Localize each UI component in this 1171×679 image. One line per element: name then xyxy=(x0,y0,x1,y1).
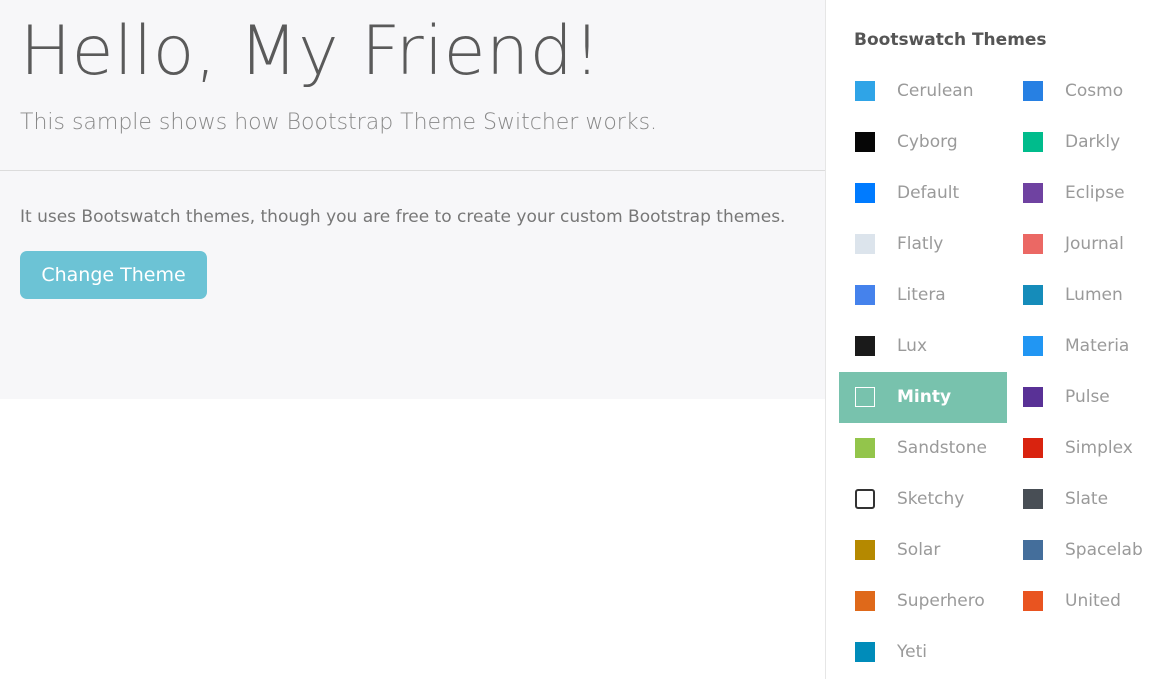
theme-label: Journal xyxy=(1065,234,1124,254)
color-swatch-icon xyxy=(1023,132,1043,152)
theme-label: Yeti xyxy=(897,642,927,662)
color-swatch-icon xyxy=(1023,591,1043,611)
theme-label: Sketchy xyxy=(897,489,965,509)
change-theme-button[interactable]: Change Theme xyxy=(20,251,207,299)
theme-item-materia[interactable]: Materia xyxy=(1007,321,1171,372)
theme-label: Materia xyxy=(1065,336,1130,356)
theme-item-flatly[interactable]: Flatly xyxy=(839,219,1007,270)
color-swatch-icon xyxy=(855,591,875,611)
color-swatch-icon xyxy=(1023,81,1043,101)
color-swatch-icon xyxy=(1023,285,1043,305)
theme-label: Simplex xyxy=(1065,438,1133,458)
theme-label: Solar xyxy=(897,540,941,560)
theme-label: Lumen xyxy=(1065,285,1123,305)
theme-item-pulse[interactable]: Pulse xyxy=(1007,372,1171,423)
theme-label: Pulse xyxy=(1065,387,1110,407)
theme-item-spacelab[interactable]: Spacelab xyxy=(1007,525,1171,576)
theme-label: Litera xyxy=(897,285,946,305)
color-swatch-icon xyxy=(855,81,875,101)
theme-label: Minty xyxy=(897,387,952,407)
theme-label: Default xyxy=(897,183,960,203)
page-title: Hello, My Friend! xyxy=(20,12,601,91)
lead-text: This sample shows how Bootstrap Theme Sw… xyxy=(20,110,658,135)
color-swatch-icon xyxy=(855,489,875,509)
theme-item-cyborg[interactable]: Cyborg xyxy=(839,117,1007,168)
theme-label: Superhero xyxy=(897,591,985,611)
color-swatch-icon xyxy=(855,285,875,305)
theme-item-slate[interactable]: Slate xyxy=(1007,474,1171,525)
color-swatch-icon xyxy=(855,234,875,254)
color-swatch-icon xyxy=(1023,489,1043,509)
color-swatch-icon xyxy=(1023,387,1043,407)
theme-item-lumen[interactable]: Lumen xyxy=(1007,270,1171,321)
theme-item-eclipse[interactable]: Eclipse xyxy=(1007,168,1171,219)
theme-label: Cosmo xyxy=(1065,81,1124,101)
theme-label: Eclipse xyxy=(1065,183,1125,203)
theme-item-superhero[interactable]: Superhero xyxy=(839,576,1007,627)
theme-item-sandstone[interactable]: Sandstone xyxy=(839,423,1007,474)
jumbotron: Hello, My Friend! This sample shows how … xyxy=(0,0,826,399)
theme-label: Flatly xyxy=(897,234,944,254)
theme-item-simplex[interactable]: Simplex xyxy=(1007,423,1171,474)
color-swatch-icon xyxy=(855,438,875,458)
theme-sidebar: Bootswatch Themes Cerulean Cosmo Cyborg Dar… xyxy=(825,0,1171,679)
color-swatch-icon xyxy=(1023,438,1043,458)
color-swatch-icon xyxy=(855,642,875,662)
color-swatch-icon xyxy=(1023,540,1043,560)
theme-label: Cyborg xyxy=(897,132,958,152)
theme-item-journal[interactable]: Journal xyxy=(1007,219,1171,270)
theme-item-united[interactable]: United xyxy=(1007,576,1171,627)
theme-label: Spacelab xyxy=(1065,540,1143,560)
theme-item-sketchy[interactable]: Sketchy xyxy=(839,474,1007,525)
theme-item-yeti[interactable]: Yeti xyxy=(839,627,1007,678)
theme-label: Lux xyxy=(897,336,928,356)
theme-item-cosmo[interactable]: Cosmo xyxy=(1007,66,1171,117)
theme-item-solar[interactable]: Solar xyxy=(839,525,1007,576)
color-swatch-icon xyxy=(855,387,875,407)
sidebar-title: Bootswatch Themes xyxy=(854,30,1047,50)
page: Hello, My Friend! This sample shows how … xyxy=(0,0,1171,679)
theme-item-darkly[interactable]: Darkly xyxy=(1007,117,1171,168)
divider xyxy=(0,170,826,171)
color-swatch-icon xyxy=(1023,336,1043,356)
theme-label: Sandstone xyxy=(897,438,987,458)
color-swatch-icon xyxy=(855,183,875,203)
theme-label: United xyxy=(1065,591,1121,611)
color-swatch-icon xyxy=(855,336,875,356)
color-swatch-icon xyxy=(855,132,875,152)
color-swatch-icon xyxy=(1023,234,1043,254)
color-swatch-icon xyxy=(855,540,875,560)
theme-item-cerulean[interactable]: Cerulean xyxy=(839,66,1007,117)
theme-label: Cerulean xyxy=(897,81,974,101)
theme-item-litera[interactable]: Litera xyxy=(839,270,1007,321)
body-text: It uses Bootswatch themes, though you ar… xyxy=(20,207,786,227)
theme-label: Slate xyxy=(1065,489,1109,509)
theme-item-default[interactable]: Default xyxy=(839,168,1007,219)
theme-item-minty[interactable]: Minty xyxy=(839,372,1007,423)
color-swatch-icon xyxy=(1023,183,1043,203)
theme-label: Darkly xyxy=(1065,132,1121,152)
theme-item-lux[interactable]: Lux xyxy=(839,321,1007,372)
